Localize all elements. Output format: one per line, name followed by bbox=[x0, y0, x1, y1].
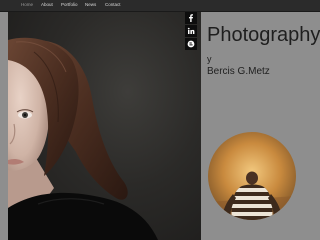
linkedin-icon bbox=[187, 27, 195, 34]
brand-by-second-letter: y bbox=[207, 54, 212, 64]
nav-portfolio[interactable]: Portfolio bbox=[61, 2, 78, 8]
linkedin-button[interactable] bbox=[185, 25, 197, 37]
blogger-icon bbox=[187, 40, 195, 48]
nav-news[interactable]: News bbox=[85, 2, 96, 8]
social-links bbox=[185, 12, 197, 51]
portrait-photo bbox=[8, 12, 201, 240]
featured-round-photo[interactable] bbox=[208, 132, 296, 220]
facebook-icon bbox=[189, 14, 193, 22]
nav-about[interactable]: About bbox=[41, 2, 53, 8]
brand-author: Bercis G.Metz bbox=[207, 66, 270, 77]
top-navbar: Home About Portfolio News Contact bbox=[0, 0, 320, 12]
nav-home[interactable]: Home bbox=[21, 2, 33, 8]
facebook-button[interactable] bbox=[185, 12, 197, 24]
nav-contact[interactable]: Contact bbox=[105, 2, 121, 8]
blogger-button[interactable] bbox=[185, 38, 197, 50]
brand-title: Photographyb bbox=[207, 24, 320, 47]
brand-title-text: Photography bbox=[207, 24, 320, 46]
